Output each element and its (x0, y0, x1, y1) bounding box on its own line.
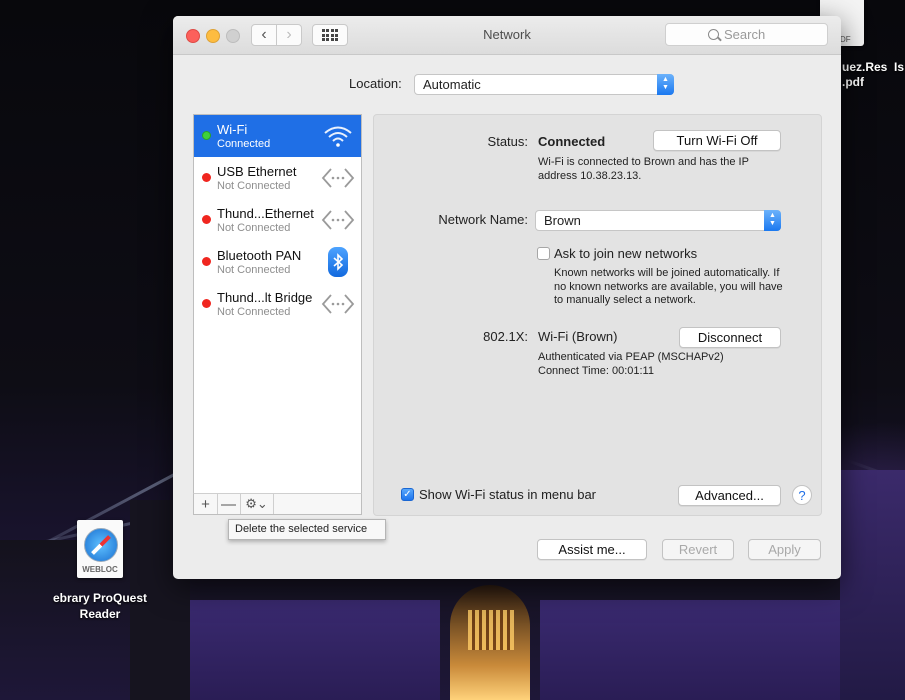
tooltip: Delete the selected service (228, 519, 386, 540)
castle-wall (190, 600, 440, 700)
assist-me-button[interactable]: Assist me... (537, 539, 647, 560)
location-value: Automatic (423, 77, 481, 92)
castle-gate-lights (468, 610, 514, 650)
ask-join-help-line2: no known networks are available, you wil… (554, 280, 783, 293)
service-item-usb-ethernet[interactable]: USB Ethernet Not Connected (194, 157, 361, 199)
pdf-file-tag: DF (840, 35, 851, 44)
dot1x-label: 802.1X: (483, 329, 528, 344)
bluetooth-icon (321, 247, 355, 277)
service-name: USB Ethernet (217, 164, 297, 179)
add-service-button[interactable]: + (194, 494, 218, 514)
disconnected-status-dot (202, 215, 211, 224)
search-field[interactable]: Search (665, 23, 828, 46)
revert-button[interactable]: Revert (662, 539, 734, 560)
title-bar[interactable]: ‹ › Network Search (173, 16, 841, 55)
status-label: Status: (487, 134, 528, 149)
disconnected-status-dot (202, 299, 211, 308)
disconnected-status-dot (202, 257, 211, 266)
show-status-label[interactable]: Show Wi-Fi status in menu bar (419, 487, 596, 502)
pdf-file-label-line2: .pdf (842, 75, 864, 89)
network-name-popup[interactable]: Brown ▲ ▼ (535, 210, 781, 231)
ask-join-label[interactable]: Ask to join new networks (554, 246, 697, 261)
webloc-file-icon[interactable]: WEBLOC (77, 520, 123, 578)
apply-button[interactable]: Apply (748, 539, 821, 560)
auth-text: Authenticated via PEAP (MSCHAPv2) (538, 351, 724, 363)
service-list[interactable]: Wi-Fi Connected USB Ethernet Not Connect… (193, 114, 362, 514)
remove-service-button[interactable]: — (217, 494, 241, 514)
ethernet-icon (321, 163, 355, 193)
safari-compass-icon (84, 528, 118, 562)
help-button[interactable]: ? (792, 485, 812, 505)
ask-join-help-line1: Known networks will be joined automatica… (554, 267, 780, 279)
location-label: Location: (349, 76, 402, 91)
service-item-wifi[interactable]: Wi-Fi Connected (194, 115, 361, 157)
service-name: Bluetooth PAN (217, 248, 302, 263)
pdf-file-label-suffix: Is (894, 60, 905, 74)
ethernet-icon (321, 289, 355, 319)
webloc-label-line2: Reader (79, 607, 121, 621)
service-status: Not Connected (217, 264, 291, 276)
service-name: Thund...Ethernet (217, 206, 314, 221)
network-name-value: Brown (544, 213, 581, 228)
service-item-bluetooth-pan[interactable]: Bluetooth PAN Not Connected (194, 241, 361, 283)
service-name: Thund...lt Bridge (217, 290, 313, 305)
service-name: Wi-Fi (217, 122, 248, 137)
ethernet-icon (321, 205, 355, 235)
castle-tower (840, 470, 905, 700)
dot1x-value: Wi-Fi (Brown) (538, 329, 618, 344)
ask-join-checkbox[interactable] (537, 247, 550, 260)
service-item-thunderbolt-bridge[interactable]: Thund...lt Bridge Not Connected (194, 283, 361, 325)
service-status: Connected (217, 138, 271, 150)
ask-join-help: Known networks will be joined automatica… (554, 267, 783, 308)
turn-wifi-off-button[interactable]: Turn Wi-Fi Off (653, 130, 781, 151)
search-placeholder: Search (724, 27, 766, 42)
location-popup[interactable]: Automatic ▲ ▼ (414, 74, 674, 95)
gear-menu-button[interactable]: ⚙⌄ (240, 494, 274, 514)
chevron-updown-icon: ▲ ▼ (657, 74, 674, 95)
service-status: Not Connected (217, 306, 291, 318)
webloc-tag: WEBLOC (82, 565, 118, 574)
ask-join-help-line3: to manually select a network. (554, 294, 696, 306)
network-name-label: Network Name: (438, 212, 528, 227)
service-item-thunderbolt-ethernet[interactable]: Thund...Ethernet Not Connected (194, 199, 361, 241)
status-value: Connected (538, 134, 606, 149)
show-status-checkbox[interactable]: ✓ (401, 488, 414, 501)
wifi-icon (321, 121, 355, 151)
service-status: Not Connected (217, 222, 291, 234)
disconnected-status-dot (202, 173, 211, 182)
status-description: Wi-Fi is connected to Brown and has the … (538, 156, 749, 183)
advanced-button[interactable]: Advanced... (678, 485, 781, 506)
network-preferences-window: ‹ › Network Search Location: Automatic ▲… (173, 16, 841, 579)
pdf-file-label-line1: uez.Res (842, 60, 888, 74)
search-icon (708, 29, 719, 40)
disconnect-button[interactable]: Disconnect (679, 327, 781, 348)
service-list-toolbar: + — ⚙⌄ (193, 493, 362, 515)
status-description-line1: Wi-Fi is connected to Brown and has the … (538, 156, 749, 168)
webloc-label-line1: ebrary ProQuest (52, 591, 148, 605)
chevron-updown-icon: ▲ ▼ (764, 210, 781, 231)
pdf-file-label[interactable]: uez.Res Is .pdf (842, 60, 904, 90)
service-status: Not Connected (217, 180, 291, 192)
castle-wall (540, 600, 840, 700)
connected-status-dot (202, 131, 211, 140)
status-description-line2: address 10.38.23.13. (538, 169, 642, 182)
webloc-file-label[interactable]: ebrary ProQuest Reader (40, 590, 160, 622)
connect-time: Connect Time: 00:01:11 (538, 364, 654, 377)
auth-info: Authenticated via PEAP (MSCHAPv2) Connec… (538, 351, 724, 378)
details-panel: Status: Connected Turn Wi-Fi Off Wi-Fi i… (373, 114, 822, 516)
